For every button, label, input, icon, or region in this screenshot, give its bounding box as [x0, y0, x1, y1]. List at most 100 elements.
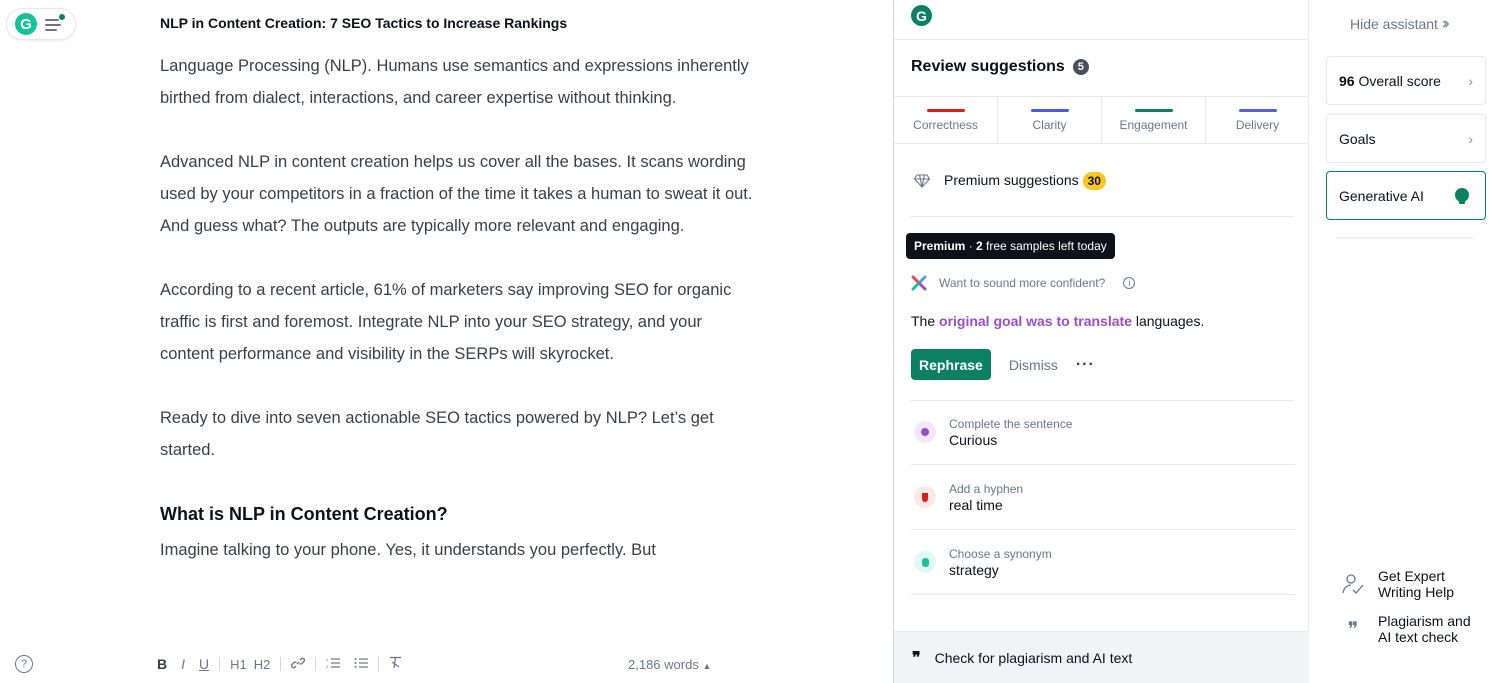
- grammarly-menu-button[interactable]: G: [6, 8, 76, 40]
- suggestion-text: strategy: [949, 562, 999, 578]
- confident-label: Want to sound more confident?: [939, 276, 1106, 290]
- clear-format-icon[interactable]: [382, 656, 409, 672]
- rephrase-button[interactable]: Rephrase: [911, 349, 991, 380]
- paragraph[interactable]: Language Processing (NLP). Humans use se…: [160, 50, 760, 114]
- plagiarism-label: Check for plagiarism and AI text: [934, 649, 1133, 666]
- dismiss-button[interactable]: Dismiss: [1007, 357, 1060, 373]
- tab-label: Clarity: [1032, 118, 1067, 132]
- heading1-button[interactable]: H1: [223, 657, 254, 672]
- paragraph[interactable]: According to a recent article, 61% of ma…: [160, 274, 760, 370]
- section-heading[interactable]: What is NLP in Content Creation?: [160, 498, 760, 530]
- menu-icon: [45, 14, 65, 32]
- underline-button[interactable]: U: [192, 656, 216, 672]
- confidence-card-header: Want to sound more confident? i: [911, 275, 1136, 291]
- heading2-button[interactable]: H2: [254, 657, 278, 672]
- category-bar: [1030, 109, 1069, 112]
- toolbar-divider: [315, 657, 317, 671]
- synonym-icon: [914, 551, 936, 573]
- suggestion-actions: Rephrase Dismiss ···: [911, 349, 1095, 380]
- sentence-post: languages.: [1131, 313, 1205, 329]
- plagiarism-ai-check-link[interactable]: ❞ Plagiarism and AI text check: [1340, 613, 1471, 645]
- overall-score-card[interactable]: 96 Overall score ›: [1326, 56, 1486, 105]
- lightbulb-icon: [1455, 188, 1469, 204]
- svg-text:2: 2: [326, 664, 329, 669]
- toolbar-divider: [219, 657, 221, 671]
- review-suggestions-heading: Review suggestions 5: [911, 58, 1089, 76]
- ordered-list-icon[interactable]: 12: [319, 656, 347, 672]
- diamond-icon: [913, 174, 931, 188]
- divider: [894, 39, 1308, 40]
- premium-count-badge: 30: [1082, 172, 1106, 190]
- document-title[interactable]: NLP in Content Creation: 7 SEO Tactics t…: [160, 15, 567, 31]
- link-icon[interactable]: [284, 656, 312, 673]
- editor-body[interactable]: Language Processing (NLP). Humans use se…: [160, 50, 760, 566]
- expert-line2: Writing Help: [1378, 584, 1454, 600]
- divider: [910, 216, 1294, 217]
- overall-score-label: Overall score: [1358, 72, 1441, 89]
- caret-up-icon: ▲: [702, 661, 712, 671]
- suggestion-sentence: The original goal was to translate langu…: [911, 313, 1204, 329]
- chevron-right-icon: ›: [1468, 72, 1473, 89]
- bold-button[interactable]: B: [150, 656, 174, 672]
- word-count-label: 2,186 words: [628, 657, 699, 672]
- category-bar: [926, 109, 965, 112]
- premium-label: Premium suggestions: [944, 172, 1079, 188]
- bullet-list-icon[interactable]: [347, 656, 375, 672]
- plagiarism-check-bar[interactable]: ❞ Check for plagiarism and AI text: [894, 631, 1309, 683]
- paragraph[interactable]: Ready to dive into seven actionable SEO …: [160, 402, 760, 466]
- suggestion-card[interactable]: Choose a synonym strategy: [911, 531, 1295, 595]
- plag-line1: Plagiarism and: [1378, 613, 1471, 629]
- generative-ai-card[interactable]: Generative AI: [1326, 171, 1486, 220]
- tab-engagement[interactable]: Engagement: [1102, 97, 1206, 143]
- quote-icon: ❞: [1347, 617, 1359, 641]
- hide-assistant-button[interactable]: Hide assistant ››: [1350, 15, 1449, 33]
- goals-card[interactable]: Goals ›: [1326, 114, 1486, 163]
- toolbar-divider: [280, 657, 282, 671]
- quote-icon: ❞: [912, 648, 921, 667]
- double-chevron-right-icon: ››: [1441, 15, 1449, 32]
- suggestion-kind: Complete the sentence: [949, 417, 1073, 431]
- tooltip-sep: ·: [965, 239, 977, 253]
- premium-tooltip: Premium · 2 free samples left today: [906, 233, 1115, 259]
- expert-writing-help-link[interactable]: Get Expert Writing Help: [1340, 568, 1454, 600]
- right-sidebar: Hide assistant ›› 96 Overall score › Goa…: [1310, 0, 1492, 683]
- paragraph[interactable]: Imagine talking to your phone. Yes, it u…: [160, 534, 760, 566]
- tab-label: Delivery: [1235, 118, 1280, 132]
- overall-score-value: 96: [1339, 72, 1355, 89]
- sentence-pre: The: [911, 313, 940, 329]
- plag-line2: AI text check: [1378, 629, 1459, 645]
- tab-label: Correctness: [913, 118, 978, 132]
- review-title: Review suggestions: [911, 58, 1065, 75]
- hide-assistant-label: Hide assistant: [1350, 16, 1438, 32]
- category-tabs: Correctness Clarity Engagement Delivery: [894, 96, 1309, 144]
- goals-label: Goals: [1339, 130, 1376, 147]
- sentence-highlight: original goal was to translate: [939, 313, 1132, 329]
- info-icon[interactable]: i: [1123, 277, 1136, 289]
- word-count[interactable]: 2,186 words ▲: [628, 657, 711, 672]
- tab-correctness[interactable]: Correctness: [894, 97, 998, 143]
- paragraph[interactable]: Advanced NLP in content creation helps u…: [160, 146, 760, 242]
- tooltip-count: 2: [976, 239, 983, 253]
- suggestion-count-badge: 5: [1072, 59, 1089, 75]
- chevron-right-icon: ›: [1468, 130, 1473, 147]
- italic-button[interactable]: I: [174, 656, 192, 672]
- help-icon[interactable]: ?: [15, 655, 33, 673]
- tab-clarity[interactable]: Clarity: [998, 97, 1102, 143]
- panel-logo: G: [911, 5, 932, 26]
- svg-text:1: 1: [326, 657, 329, 662]
- expert-person-icon: [1340, 571, 1366, 597]
- suggestion-card[interactable]: Add a hyphen real time: [911, 466, 1295, 530]
- category-bar: [1238, 109, 1277, 112]
- more-options-icon[interactable]: ···: [1076, 356, 1095, 374]
- premium-suggestions-row[interactable]: Premium suggestions 30: [913, 172, 1106, 190]
- tab-delivery[interactable]: Delivery: [1206, 97, 1309, 143]
- grammarly-logo-icon: G: [911, 5, 932, 26]
- tooltip-premium: Premium: [914, 239, 966, 253]
- sparkle-icon: [911, 275, 927, 291]
- tab-label: Engagement: [1119, 118, 1188, 132]
- grammarly-logo-icon: G: [15, 13, 37, 35]
- assistant-panel: G Review suggestions 5 Correctness Clari…: [893, 0, 1309, 683]
- tooltip-rest: free samples left today: [982, 239, 1107, 253]
- suggestion-kind: Choose a synonym: [949, 547, 1052, 561]
- suggestion-card[interactable]: Complete the sentence Curious: [911, 401, 1295, 465]
